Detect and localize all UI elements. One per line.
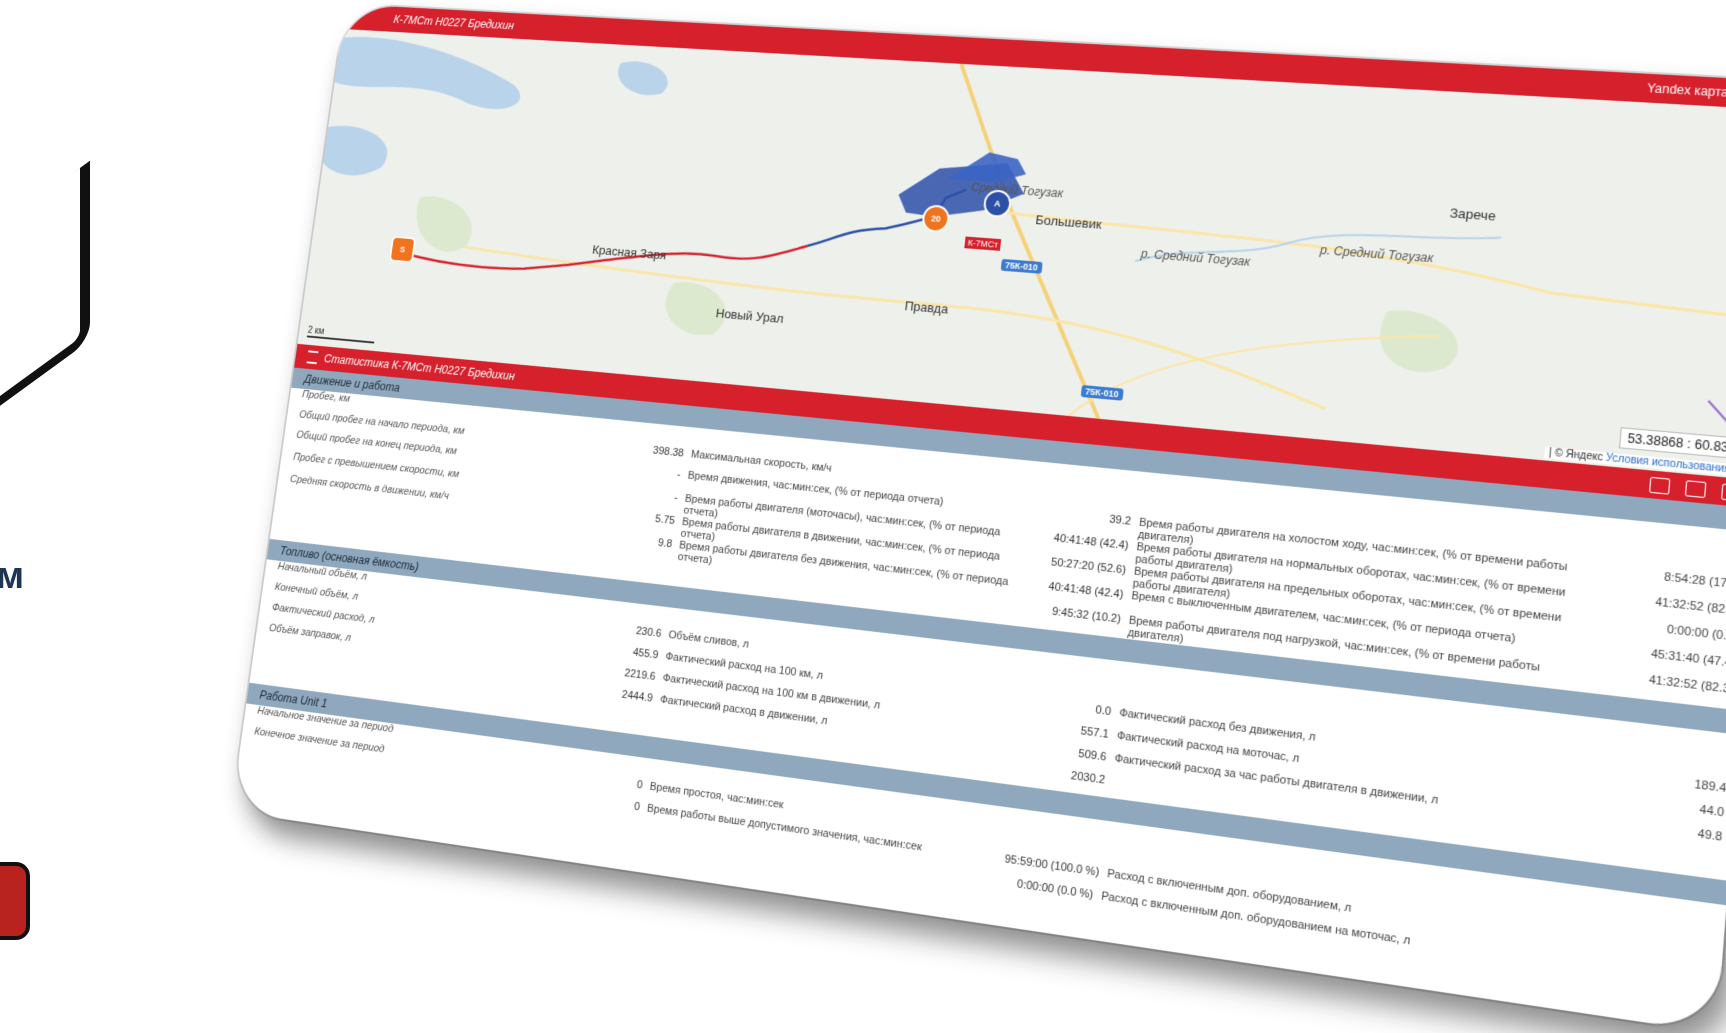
- slide-heading-fragment: м: [0, 555, 25, 597]
- road: [997, 212, 1726, 321]
- map-place-label: Зарече: [1449, 205, 1497, 224]
- screenshot-card: К-7МСт Н0227 Бредихин Yandex карта Зареч…: [231, 4, 1726, 1033]
- columns-icon[interactable]: [1721, 483, 1726, 502]
- slide-logo: [0, 862, 30, 940]
- road: [923, 64, 1135, 419]
- map-provider-button[interactable]: Yandex карта: [1646, 81, 1726, 100]
- lake: [321, 124, 391, 178]
- window-title: К-7МСт Н0227 Бредихин: [392, 13, 515, 33]
- table-icon[interactable]: [1684, 479, 1707, 498]
- screenshot-card-wrapper: К-7МСт Н0227 Бредихин Yandex карта Зареч…: [180, 4, 1726, 1033]
- slide-decoration-triangle: [0, 160, 90, 435]
- lake: [332, 35, 527, 111]
- menu-icon[interactable]: [306, 350, 319, 365]
- start-marker[interactable]: S: [390, 237, 415, 262]
- vegetation: [1376, 308, 1462, 376]
- vegetation: [411, 195, 476, 254]
- layout-icon[interactable]: [1649, 476, 1671, 495]
- lake: [615, 60, 671, 97]
